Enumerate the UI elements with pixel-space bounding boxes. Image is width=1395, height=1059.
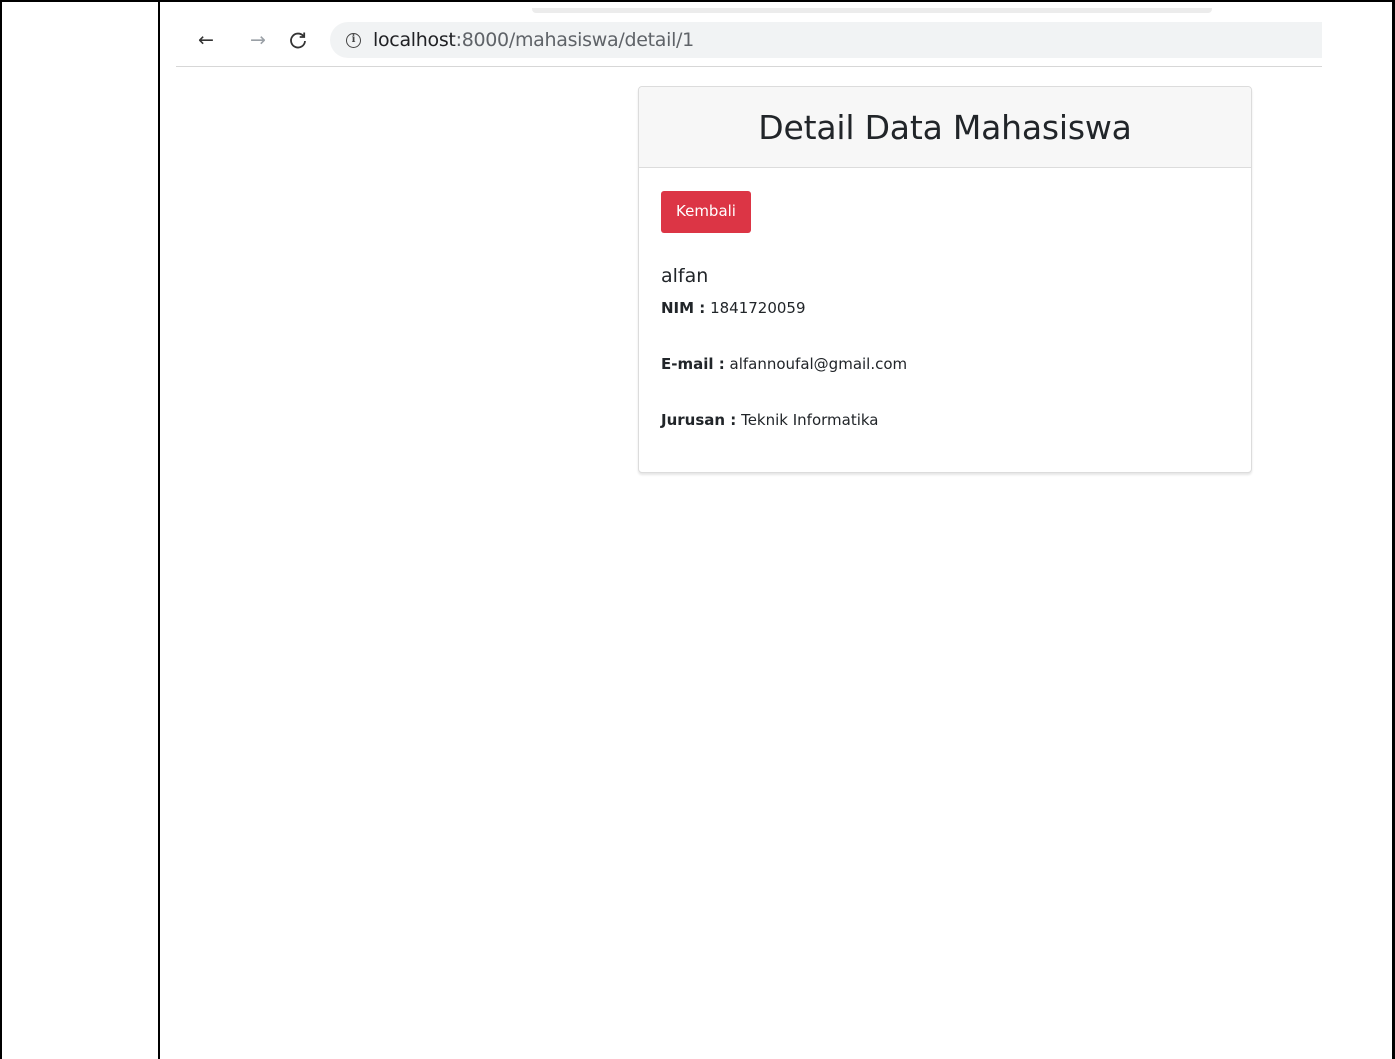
address-bar[interactable]: i localhost:8000/mahasiswa/detail/1 [330,22,1322,58]
field-value-email: alfannoufal@gmail.com [729,354,908,373]
page-title: Detail Data Mahasiswa [758,107,1132,147]
field-email: E-mail : alfannoufal@gmail.com [661,355,1229,373]
tab-strip-edge [532,8,1212,13]
forward-arrow-icon[interactable]: → [246,28,270,52]
field-value-jurusan: Teknik Informatika [741,410,879,429]
page-frame: ← → i localhost:8000/mahasiswa/detail/1 … [0,0,1395,1059]
back-button[interactable]: Kembali [661,191,751,233]
url-host: localhost [373,29,456,51]
detail-card: Detail Data Mahasiswa Kembali alfan NIM … [638,86,1252,473]
browser-toolbar: ← → i localhost:8000/mahasiswa/detail/1 [176,8,1322,67]
url-text[interactable]: localhost:8000/mahasiswa/detail/1 [373,29,694,51]
card-body: Kembali alfan NIM : 1841720059 E-mail : … [639,168,1251,449]
right-border-line [1392,2,1394,1059]
reload-icon-svg [290,32,306,49]
info-icon[interactable]: i [346,32,361,48]
field-label-email: E-mail : [661,354,725,373]
student-name: alfan [661,264,709,287]
left-margin-column [2,2,160,1059]
field-jurusan: Jurusan : Teknik Informatika [661,411,1229,429]
field-label-jurusan: Jurusan : [661,410,737,429]
browser-window: ← → i localhost:8000/mahasiswa/detail/1 … [176,8,1322,1059]
back-arrow-icon[interactable]: ← [194,28,218,52]
url-path: :8000/mahasiswa/detail/1 [455,29,695,51]
card-header: Detail Data Mahasiswa [639,87,1251,168]
field-nim: NIM : 1841720059 [661,299,1229,317]
field-label-nim: NIM : [661,298,706,317]
field-value-nim: 1841720059 [710,298,806,317]
reload-icon[interactable] [286,28,310,52]
